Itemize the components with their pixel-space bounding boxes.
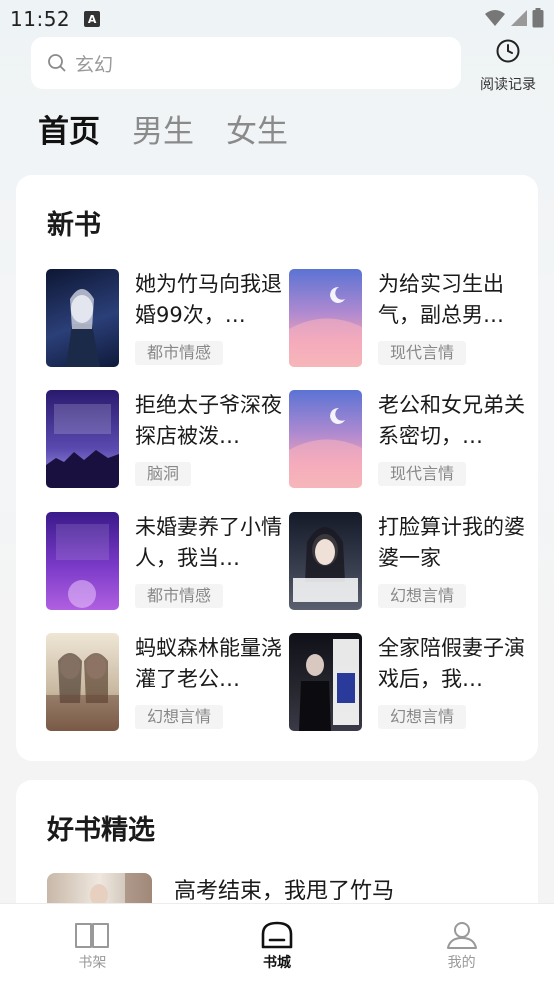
book-cover: [289, 390, 362, 488]
book-cover: [46, 390, 119, 488]
book-cover: [289, 269, 362, 367]
book-item[interactable]: 全家陪假妻子演戏后，我… 幻想言情: [289, 633, 529, 731]
bottom-nav: 书架 书城 我的: [0, 903, 554, 984]
tab-home[interactable]: 首页: [38, 112, 100, 152]
book-item[interactable]: 未婚妻养了小情人，我当… 都市情感: [46, 512, 286, 610]
nav-label: 书城: [263, 955, 291, 971]
search-icon: [48, 54, 66, 72]
section-title: 新书: [47, 210, 101, 241]
book-cover: [46, 269, 119, 367]
search-input[interactable]: 玄幻: [31, 37, 461, 89]
nav-store[interactable]: 书城: [185, 904, 370, 984]
book-item[interactable]: 她为竹马向我退婚99次，… 都市情感: [46, 269, 286, 367]
book-tag: 幻想言情: [378, 705, 467, 729]
nav-profile[interactable]: 我的: [369, 904, 554, 984]
book-tag: 都市情感: [135, 341, 224, 365]
store-icon: [261, 921, 293, 949]
nav-label: 我的: [447, 955, 476, 971]
book-tag: 脑洞: [135, 462, 192, 486]
status-icons: [484, 8, 544, 28]
book-title: 高考结束，我甩了竹马: [174, 879, 395, 904]
book-cover: [289, 633, 362, 731]
user-icon: [446, 922, 477, 949]
category-tabs: 首页 男生 女生: [38, 112, 288, 152]
book-cover: [46, 633, 119, 731]
book-title: 为给实习生出气，副总男…: [378, 272, 504, 327]
book-open-icon: [75, 923, 110, 948]
wifi-icon: [485, 10, 505, 26]
book-cover: [46, 512, 119, 610]
book-title: 蚂蚁森林能量浇灌了老公…: [135, 636, 282, 691]
book-tag: 现代言情: [378, 341, 467, 365]
nav-label: 书架: [78, 955, 107, 971]
book-item[interactable]: 老公和女兄弟关系密切，… 现代言情: [289, 390, 529, 488]
notification-a-icon: A: [84, 11, 101, 27]
search-placeholder: 玄幻: [75, 53, 114, 76]
book-tag: 都市情感: [135, 584, 224, 608]
book-cover: [289, 512, 362, 610]
book-title: 打脸算计我的婆婆一家: [378, 515, 525, 570]
tab-male[interactable]: 男生: [132, 112, 194, 152]
book-item[interactable]: 拒绝太子爷深夜探店被泼… 脑洞: [46, 390, 286, 488]
battery-icon: [532, 8, 544, 28]
book-title: 全家陪假妻子演戏后，我…: [378, 636, 525, 691]
book-title: 她为竹马向我退婚99次，…: [135, 272, 282, 327]
book-title: 拒绝太子爷深夜探店被泼…: [135, 393, 282, 448]
nav-bookshelf[interactable]: 书架: [0, 904, 185, 984]
book-item[interactable]: 打脸算计我的婆婆一家 幻想言情: [289, 512, 529, 610]
book-title: 老公和女兄弟关系密切，…: [378, 393, 525, 448]
status-bar: 11:52 A: [0, 0, 554, 38]
status-time: 11:52: [10, 7, 71, 31]
book-item[interactable]: 蚂蚁森林能量浇灌了老公… 幻想言情: [46, 633, 286, 731]
section-title: 好书精选: [47, 815, 155, 846]
book-tag: 幻想言情: [135, 705, 224, 729]
reading-history-button[interactable]: 阅读记录: [472, 38, 544, 94]
book-item[interactable]: 为给实习生出气，副总男… 现代言情: [289, 269, 529, 367]
signal-icon: [511, 10, 527, 26]
book-tag: 幻想言情: [378, 584, 467, 608]
reading-history-label: 阅读记录: [480, 77, 536, 93]
clock-icon: [496, 39, 520, 63]
book-tag: 现代言情: [378, 462, 467, 486]
tab-female[interactable]: 女生: [226, 112, 288, 152]
new-books-section: 新书 她为竹马向我退婚99次，… 都市情感 为给实习生出气，副总男… 现代言情 …: [16, 175, 538, 761]
book-title: 未婚妻养了小情人，我当…: [135, 515, 282, 570]
